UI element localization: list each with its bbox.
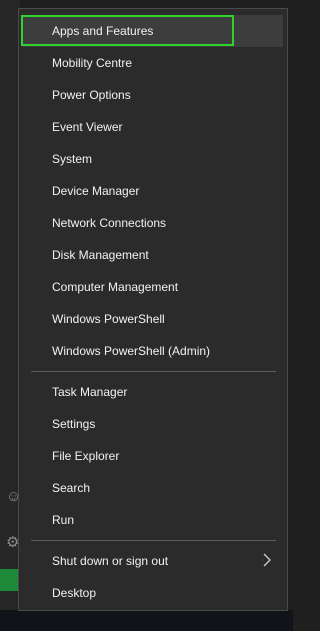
menu-item-windows-powershell[interactable]: Windows PowerShell xyxy=(23,303,283,335)
menu-item-power-options[interactable]: Power Options xyxy=(23,79,283,111)
chevron-right-icon xyxy=(263,553,273,567)
menu-item-event-viewer[interactable]: Event Viewer xyxy=(23,111,283,143)
menu-item-network-connections[interactable]: Network Connections xyxy=(23,207,283,239)
excel-icon xyxy=(0,569,20,591)
menu-item-label: Power Options xyxy=(52,88,131,102)
menu-item-label: Task Manager xyxy=(52,385,128,399)
menu-item-apps-and-features[interactable]: Apps and Features xyxy=(23,15,283,47)
menu-item-label: Mobility Centre xyxy=(52,56,133,70)
menu-item-label: Run xyxy=(52,513,75,527)
menu-item-label: Disk Management xyxy=(52,248,149,262)
menu-item-label: Event Viewer xyxy=(52,120,123,134)
menu-item-label: File Explorer xyxy=(52,449,120,463)
menu-item-label: Windows PowerShell (Admin) xyxy=(52,344,211,358)
menu-item-label: Apps and Features xyxy=(52,24,154,38)
power-user-menu: Apps and Features Mobility Centre Power … xyxy=(18,8,288,611)
menu-item-label: System xyxy=(52,152,93,166)
menu-item-label: Computer Management xyxy=(52,280,179,294)
menu-separator xyxy=(31,371,276,372)
menu-item-mobility-centre[interactable]: Mobility Centre xyxy=(23,47,283,79)
menu-item-label: Windows PowerShell xyxy=(52,312,165,326)
menu-item-desktop[interactable]: Desktop xyxy=(23,577,283,609)
menu-item-label: Search xyxy=(52,481,91,495)
menu-item-computer-management[interactable]: Computer Management xyxy=(23,271,283,303)
menu-item-file-explorer[interactable]: File Explorer xyxy=(23,440,283,472)
menu-item-label: Device Manager xyxy=(52,184,140,198)
menu-item-label: Settings xyxy=(52,417,96,431)
menu-item-disk-management[interactable]: Disk Management xyxy=(23,239,283,271)
menu-separator xyxy=(31,540,276,541)
menu-item-label: Desktop xyxy=(52,586,97,600)
menu-item-settings[interactable]: Settings xyxy=(23,408,283,440)
menu-item-label: Shut down or sign out xyxy=(52,554,169,568)
menu-item-run[interactable]: Run xyxy=(23,504,283,536)
menu-item-device-manager[interactable]: Device Manager xyxy=(23,175,283,207)
menu-item-windows-powershell-admin[interactable]: Windows PowerShell (Admin) xyxy=(23,335,283,367)
menu-item-label: Network Connections xyxy=(52,216,167,230)
menu-item-search[interactable]: Search xyxy=(23,472,283,504)
menu-item-shut-down-or-sign-out[interactable]: Shut down or sign out xyxy=(23,545,283,577)
menu-item-task-manager[interactable]: Task Manager xyxy=(23,376,283,408)
taskbar xyxy=(0,610,293,631)
menu-item-system[interactable]: System xyxy=(23,143,283,175)
